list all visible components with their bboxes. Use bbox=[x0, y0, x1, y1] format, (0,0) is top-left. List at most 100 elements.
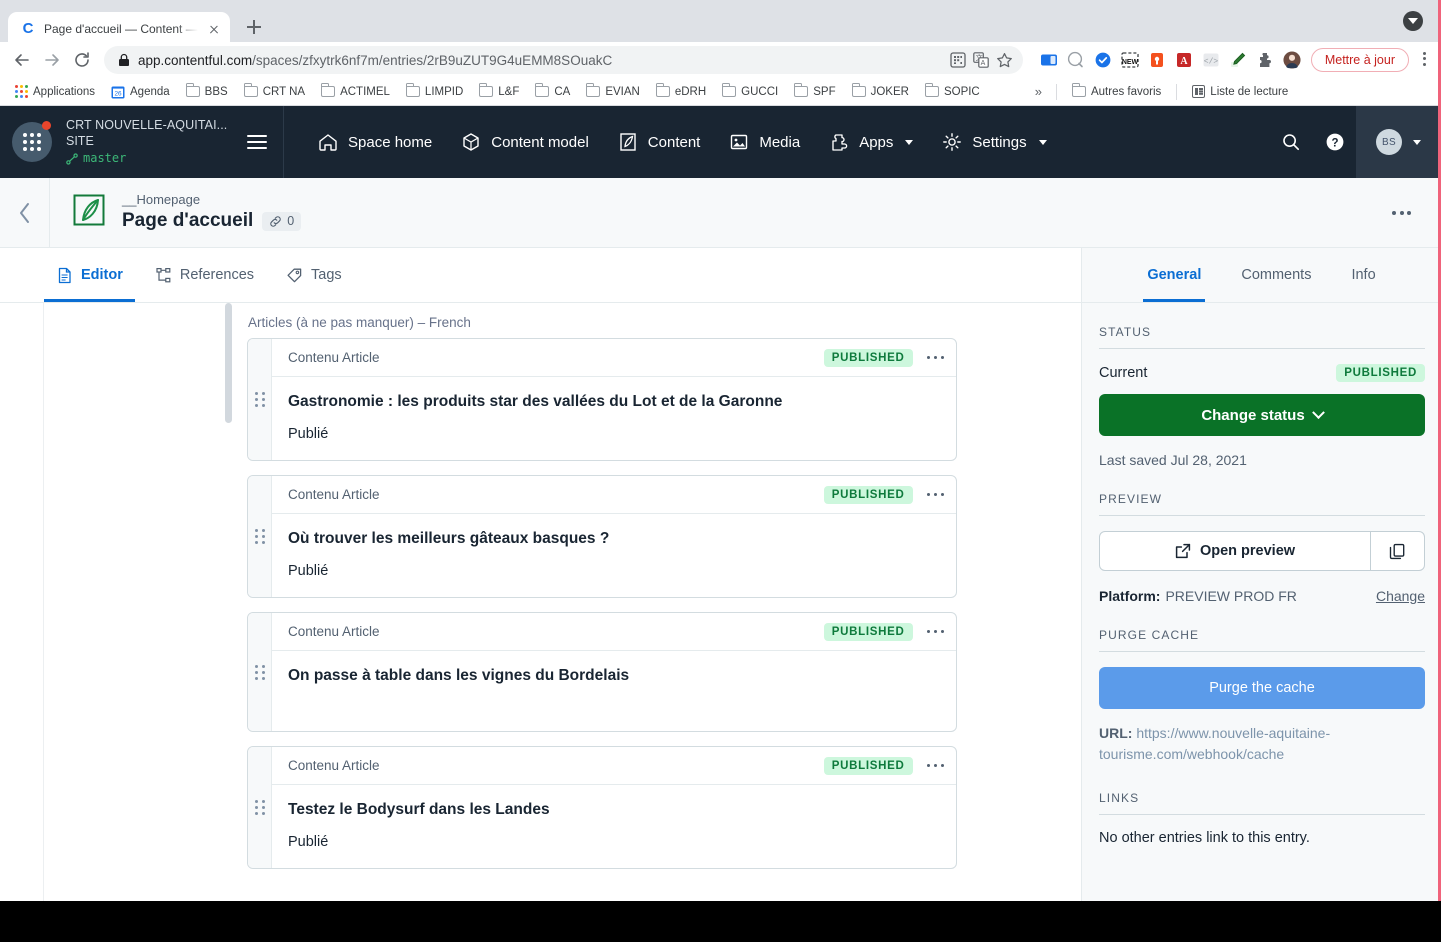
bookmark-evian[interactable]: EVIAN bbox=[579, 83, 647, 101]
nav-content-model[interactable]: Content model bbox=[449, 123, 600, 161]
tab-info[interactable]: Info bbox=[1351, 248, 1375, 302]
bookmark-agenda[interactable]: 26 Agenda bbox=[104, 82, 177, 102]
back-to-list-button[interactable] bbox=[0, 178, 50, 247]
tab-general[interactable]: General bbox=[1143, 248, 1206, 302]
bookmark-joker[interactable]: JOKER bbox=[845, 83, 916, 101]
nav-space-home[interactable]: Space home bbox=[306, 123, 443, 161]
reading-list[interactable]: Liste de lecture bbox=[1185, 82, 1295, 101]
bookmark-actimel[interactable]: ACTIMEL bbox=[314, 83, 397, 101]
puzzle-extensions-icon[interactable] bbox=[1256, 51, 1274, 69]
drag-handle[interactable] bbox=[248, 339, 272, 460]
bookmark-bbs[interactable]: BBS bbox=[179, 83, 235, 101]
bookmark-gucci[interactable]: GUCCI bbox=[715, 83, 785, 101]
folder-icon bbox=[924, 83, 939, 97]
pdf-extension-icon[interactable]: A bbox=[1175, 51, 1193, 69]
tab-references[interactable]: References bbox=[143, 248, 266, 302]
address-bar[interactable]: app.contentful.com/spaces/zfxytrk6nf7m/e… bbox=[104, 46, 1023, 74]
folder-icon bbox=[586, 83, 601, 97]
sidebar-toggle-icon[interactable] bbox=[247, 131, 267, 153]
tab-editor[interactable]: Editor bbox=[44, 248, 135, 302]
change-platform-link[interactable]: Change bbox=[1376, 588, 1425, 604]
folder-icon bbox=[851, 83, 866, 97]
card-actions-menu-icon[interactable] bbox=[926, 355, 944, 360]
translate-icon[interactable]: 文A bbox=[973, 52, 989, 68]
copy-preview-url-button[interactable] bbox=[1371, 531, 1425, 571]
forward-button[interactable] bbox=[38, 46, 66, 74]
card-subtitle: Publié bbox=[288, 426, 329, 442]
new-badge-extension-icon[interactable]: NEW bbox=[1121, 51, 1139, 69]
bookmark-label: CA bbox=[554, 85, 571, 98]
drag-handle[interactable] bbox=[248, 747, 272, 868]
calendar-icon: 26 bbox=[111, 86, 125, 98]
image-icon bbox=[731, 134, 748, 150]
card-title: Testez le Bodysurf dans les Landes bbox=[288, 801, 550, 818]
sidebar-extension-icon[interactable] bbox=[1040, 51, 1058, 69]
current-status-badge: PUBLISHED bbox=[1336, 364, 1425, 382]
bookmark-star-icon[interactable] bbox=[996, 52, 1013, 69]
card-actions-menu-icon[interactable] bbox=[926, 492, 944, 497]
card-content-type: Contenu Article bbox=[288, 487, 380, 502]
bookmark-applications[interactable]: Applications bbox=[8, 82, 102, 101]
purge-cache-button[interactable]: Purge the cache bbox=[1099, 667, 1425, 709]
code-extension-icon[interactable]: </> bbox=[1202, 51, 1220, 69]
reload-button[interactable] bbox=[68, 46, 96, 74]
bookmark-limpid[interactable]: LIMPID bbox=[399, 83, 470, 101]
nav-label: Media bbox=[759, 133, 801, 151]
update-button[interactable]: Mettre à jour bbox=[1310, 48, 1409, 72]
bookmark-crt-na[interactable]: CRT NA bbox=[237, 83, 312, 101]
tag-icon bbox=[287, 268, 302, 282]
contentful-topnav: CRT NOUVELLE-AQUITAI... SITE master Spac… bbox=[0, 106, 1441, 178]
blue-check-extension-icon[interactable] bbox=[1094, 51, 1112, 69]
bookmarks-overflow-icon[interactable]: » bbox=[1029, 84, 1048, 99]
avatar[interactable] bbox=[1283, 51, 1301, 69]
chrome-menu-icon[interactable] bbox=[1415, 49, 1433, 71]
help-icon[interactable]: ? bbox=[1324, 131, 1346, 153]
back-button[interactable] bbox=[8, 46, 36, 74]
space-selector[interactable]: CRT NOUVELLE-AQUITAI... SITE master bbox=[0, 106, 283, 178]
other-bookmarks[interactable]: Autres favoris bbox=[1065, 83, 1168, 101]
qrcode-icon[interactable] bbox=[950, 52, 966, 68]
reference-card[interactable]: Contenu Article PUBLISHED On passe à tab… bbox=[247, 612, 957, 732]
scrollbar-thumb[interactable] bbox=[225, 303, 232, 423]
contentful-logo-icon[interactable] bbox=[12, 121, 52, 162]
tab-comments[interactable]: Comments bbox=[1241, 248, 1311, 302]
editor-tabs: Editor References Tags bbox=[0, 248, 1081, 302]
nav-settings[interactable]: Settings bbox=[930, 123, 1057, 161]
bookmark-lf[interactable]: L&F bbox=[472, 83, 526, 101]
reference-card[interactable]: Contenu Article PUBLISHED Où trouver les… bbox=[247, 475, 957, 598]
editor-scrollbar[interactable] bbox=[224, 303, 233, 942]
card-actions-menu-icon[interactable] bbox=[926, 629, 944, 634]
change-status-button[interactable]: Change status bbox=[1099, 394, 1425, 436]
reference-card[interactable]: Contenu Article PUBLISHED Testez le Body… bbox=[247, 746, 957, 869]
gray-globe-extension-icon[interactable] bbox=[1067, 51, 1085, 69]
nav-apps[interactable]: Apps bbox=[817, 123, 924, 161]
close-icon[interactable] bbox=[206, 21, 222, 37]
user-menu[interactable]: BS bbox=[1356, 106, 1441, 178]
lastpass-extension-icon[interactable] bbox=[1148, 51, 1166, 69]
browser-tab[interactable]: C Page d'accueil — Content — SI bbox=[8, 12, 230, 46]
nav-content[interactable]: Content bbox=[606, 123, 712, 161]
drag-handle[interactable] bbox=[248, 476, 272, 597]
colorpicker-extension-icon[interactable] bbox=[1229, 51, 1247, 69]
tab-search-icon[interactable] bbox=[1403, 11, 1423, 31]
open-preview-button[interactable]: Open preview bbox=[1099, 531, 1371, 571]
drag-handle[interactable] bbox=[248, 613, 272, 731]
nav-media[interactable]: Media bbox=[717, 123, 811, 161]
new-tab-button[interactable] bbox=[240, 13, 268, 41]
bookmark-label: JOKER bbox=[870, 85, 909, 98]
links-section-heading: LINKS bbox=[1099, 791, 1425, 815]
reference-card[interactable]: Contenu Article PUBLISHED Gastronomie : … bbox=[247, 338, 957, 461]
bookmark-label: Agenda bbox=[130, 85, 170, 98]
tab-tags[interactable]: Tags bbox=[274, 248, 354, 302]
card-actions-menu-icon[interactable] bbox=[926, 763, 944, 768]
bookmark-ca[interactable]: CA bbox=[528, 83, 577, 101]
search-icon[interactable] bbox=[1280, 131, 1302, 153]
link-count-badge[interactable]: 0 bbox=[262, 211, 302, 231]
folder-icon bbox=[655, 83, 670, 97]
bookmark-edrh[interactable]: eDRH bbox=[649, 83, 713, 101]
bookmark-spf[interactable]: SPF bbox=[787, 83, 842, 101]
branch-row: master bbox=[66, 151, 227, 166]
entry-actions-menu-icon[interactable] bbox=[1392, 210, 1411, 215]
bookmark-sopic[interactable]: SOPIC bbox=[918, 83, 987, 101]
sidebar-tabs: General Comments Info bbox=[1081, 248, 1441, 302]
